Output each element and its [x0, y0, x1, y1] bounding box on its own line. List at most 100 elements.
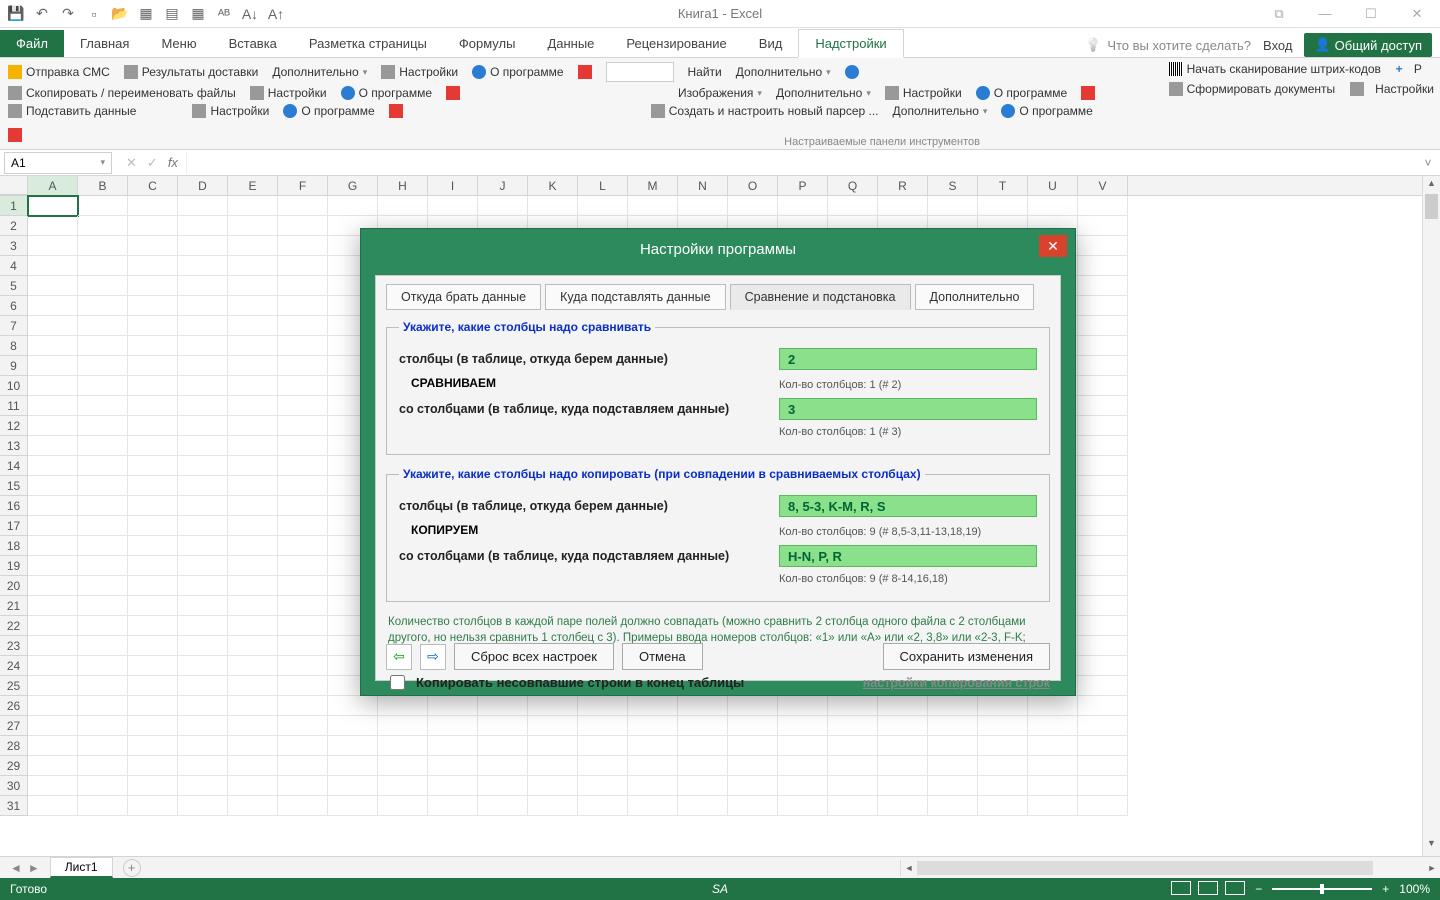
tab-menu[interactable]: Меню	[145, 30, 212, 57]
row-header[interactable]: 11	[0, 396, 28, 416]
cell[interactable]	[628, 736, 678, 756]
cell[interactable]	[978, 776, 1028, 796]
cell[interactable]	[178, 676, 228, 696]
cell[interactable]	[678, 196, 728, 216]
cell[interactable]	[478, 196, 528, 216]
cell[interactable]	[278, 636, 328, 656]
sheet-nav-next-icon[interactable]: ►	[28, 861, 40, 875]
cell[interactable]	[178, 736, 228, 756]
cell[interactable]	[278, 376, 328, 396]
cell[interactable]	[478, 756, 528, 776]
row-header[interactable]: 18	[0, 536, 28, 556]
cell[interactable]	[228, 616, 278, 636]
cell[interactable]	[678, 696, 728, 716]
cell[interactable]	[178, 496, 228, 516]
column-header[interactable]: A	[28, 176, 78, 195]
cell[interactable]	[228, 436, 278, 456]
cell[interactable]	[428, 716, 478, 736]
cell[interactable]	[1078, 296, 1128, 316]
delivery-results-button[interactable]: Результаты доставки	[124, 65, 259, 79]
sort-asc-icon[interactable]: A↓	[242, 6, 258, 22]
cell[interactable]	[78, 696, 128, 716]
tab-review[interactable]: Рецензирование	[610, 30, 742, 57]
cell[interactable]	[428, 776, 478, 796]
fx-icon[interactable]: fx	[168, 155, 186, 170]
cell[interactable]	[178, 456, 228, 476]
cell[interactable]	[328, 796, 378, 816]
cell[interactable]	[128, 676, 178, 696]
cell[interactable]	[28, 736, 78, 756]
cell[interactable]	[428, 796, 478, 816]
cell[interactable]	[78, 416, 128, 436]
cell[interactable]	[978, 736, 1028, 756]
cell[interactable]	[178, 396, 228, 416]
cell[interactable]	[1078, 456, 1128, 476]
cell[interactable]	[1078, 496, 1128, 516]
cell[interactable]	[228, 196, 278, 216]
cell[interactable]	[878, 716, 928, 736]
cell[interactable]	[928, 756, 978, 776]
row-header[interactable]: 7	[0, 316, 28, 336]
cell[interactable]	[1078, 556, 1128, 576]
cell[interactable]	[728, 196, 778, 216]
cell[interactable]	[278, 756, 328, 776]
find-button[interactable]: Найти	[688, 65, 722, 79]
cancel-button[interactable]: Отмена	[622, 643, 703, 670]
cell[interactable]	[28, 516, 78, 536]
cell[interactable]	[178, 196, 228, 216]
cell[interactable]	[128, 316, 178, 336]
sort-desc-icon[interactable]: A↑	[268, 6, 284, 22]
cell[interactable]	[1078, 536, 1128, 556]
table-icon[interactable]: ▦	[190, 6, 206, 22]
cell[interactable]	[778, 196, 828, 216]
cell[interactable]	[1078, 616, 1128, 636]
cell[interactable]	[778, 736, 828, 756]
cell[interactable]	[128, 716, 178, 736]
cell[interactable]	[78, 216, 128, 236]
cell[interactable]	[28, 716, 78, 736]
row-header[interactable]: 6	[0, 296, 28, 316]
cell[interactable]	[228, 336, 278, 356]
cell[interactable]	[1078, 376, 1128, 396]
share-button[interactable]: 👤Общий доступ	[1304, 33, 1432, 57]
find-input[interactable]	[606, 62, 674, 82]
dialog-tab-more[interactable]: Дополнительно	[915, 284, 1035, 310]
cell[interactable]	[578, 716, 628, 736]
cell[interactable]	[228, 656, 278, 676]
cell[interactable]	[228, 456, 278, 476]
tab-data[interactable]: Данные	[531, 30, 610, 57]
cell[interactable]	[328, 716, 378, 736]
cell[interactable]	[778, 796, 828, 816]
cell[interactable]	[128, 616, 178, 636]
cell[interactable]	[678, 756, 728, 776]
row-header[interactable]: 2	[0, 216, 28, 236]
cell[interactable]	[978, 196, 1028, 216]
cell[interactable]	[378, 196, 428, 216]
cell[interactable]	[528, 756, 578, 776]
cell[interactable]	[128, 556, 178, 576]
row-header[interactable]: 19	[0, 556, 28, 576]
cell[interactable]	[28, 456, 78, 476]
hscroll-thumb[interactable]	[917, 861, 1373, 875]
formula-bar-expand-icon[interactable]: ˅	[1416, 156, 1440, 170]
cell[interactable]	[378, 776, 428, 796]
cell[interactable]	[328, 776, 378, 796]
cell[interactable]	[528, 736, 578, 756]
tab-home[interactable]: Главная	[64, 30, 145, 57]
column-header[interactable]: N	[678, 176, 728, 195]
cell[interactable]	[278, 696, 328, 716]
normal-view-icon[interactable]	[1171, 881, 1191, 895]
maximize-icon[interactable]: ☐	[1348, 0, 1394, 28]
row-header[interactable]: 5	[0, 276, 28, 296]
cell[interactable]	[1078, 736, 1128, 756]
copy-rename-button[interactable]: Скопировать / переименовать файлы	[8, 86, 236, 100]
row-header[interactable]: 26	[0, 696, 28, 716]
cell[interactable]	[128, 216, 178, 236]
cell[interactable]	[228, 796, 278, 816]
row-header[interactable]: 1	[0, 196, 28, 216]
cell[interactable]	[728, 736, 778, 756]
cell[interactable]	[28, 416, 78, 436]
cell[interactable]	[78, 296, 128, 316]
cell[interactable]	[828, 756, 878, 776]
row-header[interactable]: 14	[0, 456, 28, 476]
